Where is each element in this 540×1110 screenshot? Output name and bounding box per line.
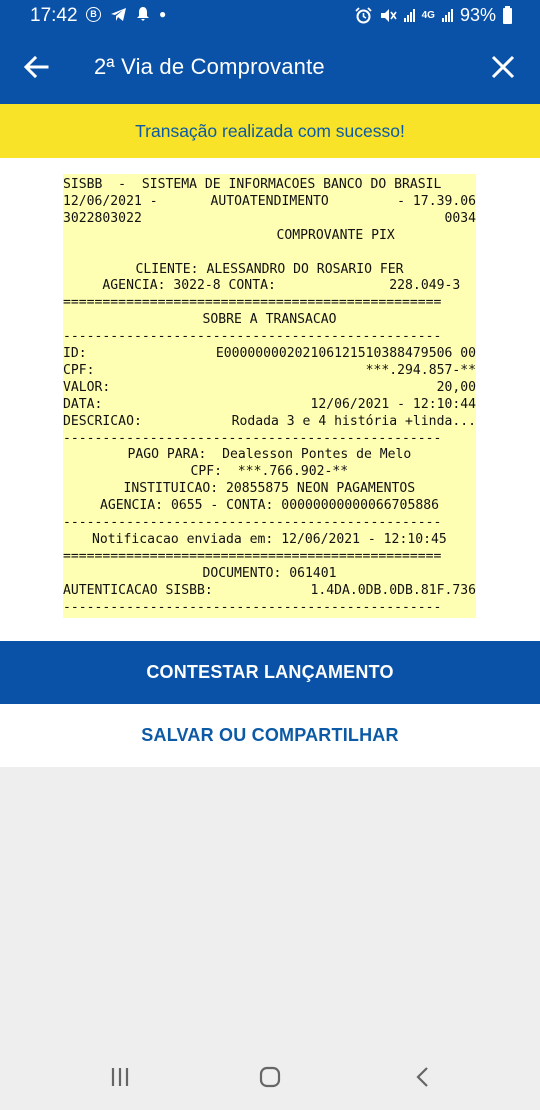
receipt-line: ----------------------------------------… bbox=[63, 430, 476, 447]
receipt-line-left: ----------------------------------------… bbox=[63, 430, 442, 446]
receipt-line-left: ========================================… bbox=[63, 548, 442, 564]
status-left-icons: B ● bbox=[86, 6, 166, 22]
dot-icon: ● bbox=[159, 7, 167, 21]
network-type: 4G bbox=[421, 9, 435, 21]
receipt-line-center: CLIENTE: ALESSANDRO DO ROSARIO FER bbox=[135, 261, 404, 277]
arrow-left-icon[interactable] bbox=[22, 52, 52, 82]
receipt-line: ========================================… bbox=[63, 548, 476, 565]
receipt-line: ID: E00000000202106121510388479506 00 bbox=[63, 345, 476, 362]
telegram-icon bbox=[111, 7, 126, 21]
signal-icon-2 bbox=[441, 9, 453, 22]
receipt-line-left: DATA: bbox=[63, 396, 103, 412]
receipt-line-right: 228.049-3 bbox=[389, 278, 476, 294]
nav-back-icon[interactable] bbox=[414, 1066, 430, 1088]
receipt-line: AUTENTICACAO SISBB: 1.4DA.0DB.0DB.81F.736 bbox=[63, 582, 476, 599]
receipt-line-right: ***.294.857-** bbox=[365, 362, 476, 378]
receipt-line: AGENCIA: 0655 - CONTA: 00000000000066705… bbox=[63, 497, 476, 514]
receipt-line-right: 12/06/2021 - 12:10:44 bbox=[310, 396, 476, 412]
receipt-line: DATA: 12/06/2021 - 12:10:44 bbox=[63, 396, 476, 413]
receipt-line: CLIENTE: ALESSANDRO DO ROSARIO FER bbox=[63, 261, 476, 278]
home-icon[interactable] bbox=[259, 1066, 281, 1088]
contest-button[interactable]: CONTESTAR LANÇAMENTO bbox=[0, 641, 540, 704]
receipt-line-left: DESCRICAO: bbox=[63, 413, 142, 429]
receipt-line: VALOR: 20,00 bbox=[63, 379, 476, 396]
receipt-line-center: COMPROVANTE PIX bbox=[276, 227, 395, 243]
b-circle-icon: B bbox=[86, 6, 101, 22]
receipt-line-left: CPF: bbox=[63, 362, 95, 378]
receipt-line: INSTITUICAO: 20855875 NEON PAGAMENTOS bbox=[63, 480, 476, 497]
close-icon[interactable] bbox=[490, 54, 516, 80]
receipt-line-left: ----------------------------------------… bbox=[63, 515, 442, 530]
signal-icon bbox=[403, 9, 415, 22]
save-share-button[interactable]: SALVAR OU COMPARTILHAR bbox=[0, 704, 540, 767]
receipt-line-left: 12/06/2021 - bbox=[63, 193, 158, 209]
receipt-line: DOCUMENTO: 061401 bbox=[63, 565, 476, 582]
receipt-line: ========================================… bbox=[63, 294, 476, 311]
app-bar: 2ª Via de Comprovante bbox=[0, 32, 540, 104]
battery-icon bbox=[503, 5, 512, 24]
receipt: SISBB - SISTEMA DE INFORMACOES BANCO DO … bbox=[63, 174, 476, 618]
receipt-line-center: Notificacao enviada em: 12/06/2021 - 12:… bbox=[92, 531, 447, 547]
receipt-line: CPF: ***.294.857-** bbox=[63, 362, 476, 379]
receipt-line-center: AGENCIA: 0655 - CONTA: 00000000000066705… bbox=[100, 498, 439, 514]
receipt-line: CPF: ***.766.902-** bbox=[63, 463, 476, 480]
notification-icon bbox=[137, 7, 149, 21]
receipt-line: ----------------------------------------… bbox=[63, 599, 476, 616]
receipt-line-left: SISBB - SISTEMA DE INFORMACOES BANCO DO … bbox=[63, 177, 442, 192]
receipt-area: SISBB - SISTEMA DE INFORMACOES BANCO DO … bbox=[0, 158, 540, 641]
receipt-line-left: ----------------------------------------… bbox=[63, 329, 442, 345]
receipt-line: ----------------------------------------… bbox=[63, 514, 476, 531]
receipt-line-left: AUTENTICACAO SISBB: bbox=[63, 582, 213, 598]
receipt-line: SISBB - SISTEMA DE INFORMACOES BANCO DO … bbox=[63, 176, 476, 193]
mute-icon bbox=[380, 9, 397, 22]
receipt-line: 3022803022 0034 bbox=[63, 210, 476, 227]
receipt-line-left: AGENCIA: 3022-8 CONTA: bbox=[63, 278, 276, 294]
battery-percent: 93% bbox=[459, 5, 496, 25]
receipt-line: SOBRE A TRANSACAO bbox=[63, 311, 476, 328]
receipt-line-center: PAGO PARA: Dealesson Pontes de Melo bbox=[127, 447, 412, 463]
page-title: 2ª Via de Comprovante bbox=[94, 54, 325, 79]
receipt-line-right: 20,00 bbox=[436, 379, 476, 395]
receipt-line-left: ========================================… bbox=[63, 295, 442, 311]
receipt-line-right: 1.4DA.0DB.0DB.81F.736 bbox=[310, 582, 476, 598]
receipt-line-center: SOBRE A TRANSACAO bbox=[202, 312, 337, 328]
status-bar: 17:42 B ● 4G 93% bbox=[0, 0, 540, 32]
receipt-line-left: ID: bbox=[63, 346, 87, 361]
receipt-line: COMPROVANTE PIX bbox=[63, 227, 476, 244]
receipt-line: PAGO PARA: Dealesson Pontes de Melo bbox=[63, 446, 476, 463]
success-banner: Transação realizada com sucesso! bbox=[0, 104, 540, 158]
alarm-icon bbox=[354, 7, 372, 24]
receipt-line-center: DOCUMENTO: 061401 bbox=[202, 565, 337, 581]
receipt-line: ----------------------------------------… bbox=[63, 328, 476, 345]
recents-icon[interactable] bbox=[110, 1067, 130, 1087]
receipt-line-center: CPF: ***.766.902-** bbox=[190, 464, 349, 480]
receipt-line: DESCRICAO: Rodada 3 e 4 história +linda..… bbox=[63, 413, 476, 430]
receipt-line-left: 3022803022 bbox=[63, 210, 142, 226]
receipt-line-left: ----------------------------------------… bbox=[63, 599, 442, 615]
receipt-line-right: 0034 bbox=[444, 210, 476, 226]
receipt-line: 12/06/2021 - AUTOATENDIMENTO - 17.39.06 bbox=[63, 193, 476, 210]
receipt-line-right: Rodada 3 e 4 história +linda... bbox=[231, 413, 476, 429]
receipt-line bbox=[63, 244, 476, 261]
system-nav-bar bbox=[0, 1045, 540, 1110]
receipt-line-left: VALOR: bbox=[63, 379, 111, 395]
receipt-line-right: E00000000202106121510388479506 00 bbox=[215, 346, 476, 361]
receipt-line-right: - 17.39.06 bbox=[397, 193, 476, 209]
receipt-line: Notificacao enviada em: 12/06/2021 - 12:… bbox=[63, 531, 476, 548]
receipt-line-center: AUTOATENDIMENTO bbox=[210, 193, 329, 209]
status-time: 17:42 bbox=[30, 5, 78, 26]
receipt-line-center: INSTITUICAO: 20855875 NEON PAGAMENTOS bbox=[123, 481, 416, 497]
receipt-line: AGENCIA: 3022-8 CONTA: 228.049-3 bbox=[63, 277, 476, 294]
status-right-icons: 4G 93% bbox=[354, 5, 512, 26]
